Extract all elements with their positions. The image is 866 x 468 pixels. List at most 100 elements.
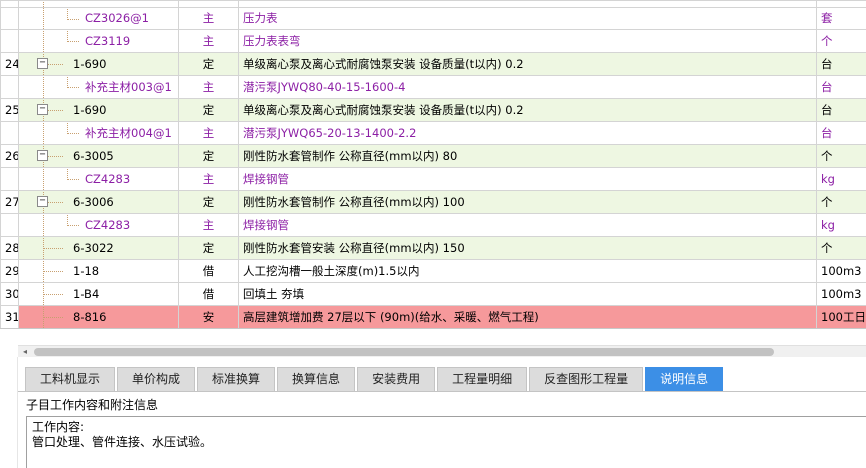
table-row[interactable]: CZ4283 主焊接钢管 kg xyxy=(0,167,866,191)
tree-line xyxy=(43,214,44,236)
unit-cell[interactable]: kg xyxy=(816,213,866,237)
type-cell[interactable]: 借 xyxy=(178,259,239,283)
table-row[interactable]: 27−6-3006定刚性防水套管制作 公称直径(mm以内) 100个4 xyxy=(0,190,866,214)
code-cell[interactable] xyxy=(18,0,179,8)
table-row[interactable]: 31 8-816 安高层建筑增加费 27层以下 (90m)(给水、采暖、燃气工程) 1… xyxy=(0,305,866,328)
type-cell[interactable]: 主 xyxy=(178,213,239,237)
name-cell[interactable]: 回填土 夯填 xyxy=(238,282,817,306)
tab-5[interactable]: 工程量明细 xyxy=(437,367,528,391)
code-text: 1-690 xyxy=(73,56,107,71)
code-cell[interactable]: CZ4283 xyxy=(18,213,179,237)
collapse-icon[interactable]: − xyxy=(37,150,48,161)
name-cell[interactable]: 焊接钢管 xyxy=(238,213,817,237)
code-cell[interactable]: − 6-3005 xyxy=(18,144,179,168)
code-cell[interactable]: 6-3022 xyxy=(18,236,179,260)
name-cell[interactable]: 刚性防水套管制作 公称直径(mm以内) 80 xyxy=(238,144,817,168)
unit-cell[interactable]: 100工日 xyxy=(816,305,866,328)
table-row[interactable]: 25−1-690定单级离心泵及离心式耐腐蚀泵安装 设备质量(t以内) 0.2台4 xyxy=(0,98,866,122)
code-cell[interactable]: CZ3026@1 xyxy=(18,7,179,30)
name-cell[interactable]: 刚性防水套管制作 公称直径(mm以内) 100 xyxy=(238,190,817,214)
scroll-left-arrow-icon[interactable]: ◂ xyxy=(18,346,32,358)
type-cell[interactable]: 定 xyxy=(178,52,239,76)
code-cell[interactable]: − 6-3006 xyxy=(18,190,179,214)
horizontal-scrollbar[interactable]: ◂ xyxy=(18,345,866,357)
table-row[interactable]: CZ4283 主焊接钢管 kg xyxy=(0,213,866,237)
name-cell[interactable]: 压力表表弯 xyxy=(238,29,817,53)
unit-cell[interactable] xyxy=(816,0,866,8)
tab-7[interactable]: 说明信息 xyxy=(645,367,724,391)
quota-table: CZ3026@1 主压力表套 CZ3119 主压力表表弯个 24−1-690 定单级离心泵… xyxy=(0,0,866,328)
name-cell[interactable]: 人工挖沟槽一般土深度(m)1.5以内 xyxy=(238,259,817,283)
name-cell[interactable]: 潜污泵JYWQ80-40-15-1600-4 xyxy=(238,75,817,99)
unit-cell[interactable]: kg xyxy=(816,167,866,191)
code-cell[interactable]: CZ4283 xyxy=(18,167,179,191)
collapse-icon[interactable]: − xyxy=(37,58,48,69)
tab-1[interactable]: 单价构成 xyxy=(117,367,196,391)
tree-line xyxy=(43,122,44,144)
type-cell[interactable]: 主 xyxy=(178,29,239,53)
unit-cell[interactable]: 个 xyxy=(816,144,866,168)
table-row[interactable]: CZ3026@1 主压力表套 xyxy=(0,7,866,30)
code-text: CZ4283 xyxy=(85,171,131,186)
type-cell[interactable]: 借 xyxy=(178,282,239,306)
table-row[interactable]: 补充主材003@1 主潜污泵JYWQ80-40-15-1600-4 台 xyxy=(0,75,866,99)
unit-cell[interactable]: 台 xyxy=(816,52,866,76)
type-cell[interactable]: 主 xyxy=(178,167,239,191)
type-cell[interactable]: 安 xyxy=(178,305,239,328)
unit-cell[interactable]: 台 xyxy=(816,98,866,122)
collapse-icon[interactable]: − xyxy=(37,196,48,207)
table-row[interactable]: 291-18借人工挖沟槽一般土深度(m)1.5以内100m32.7 xyxy=(0,259,866,283)
code-cell[interactable]: 1-B4 xyxy=(18,282,179,306)
tab-3[interactable]: 换算信息 xyxy=(277,367,356,391)
table-row[interactable]: CZ3119 主压力表表弯个 xyxy=(0,29,866,53)
name-cell[interactable] xyxy=(238,0,817,8)
type-cell[interactable]: 主 xyxy=(178,121,239,145)
type-cell[interactable]: 定 xyxy=(178,236,239,260)
type-cell[interactable]: 主 xyxy=(178,7,239,30)
row-number: 31 xyxy=(0,305,19,328)
code-cell[interactable]: 8-816 xyxy=(18,305,179,328)
code-cell[interactable]: 补充主材003@1 xyxy=(18,75,179,99)
name-cell[interactable]: 潜污泵JYWQ65-20-13-1400-2.2 xyxy=(238,121,817,145)
unit-cell[interactable]: 套 xyxy=(816,7,866,30)
type-cell[interactable]: 主 xyxy=(178,75,239,99)
table-row[interactable]: 286-3022定刚性防水套管安装 公称直径(mm以内) 150个4+4 xyxy=(0,236,866,260)
unit-cell[interactable]: 100m3 xyxy=(816,259,866,283)
row-number xyxy=(0,7,19,30)
table-row[interactable]: 补充主材004@1 主潜污泵JYWQ65-20-13-1400-2.2 台 xyxy=(0,121,866,145)
row-number xyxy=(0,213,19,237)
table-row[interactable]: 301-B4借回填土 夯填100m32.7 xyxy=(0,282,866,306)
type-cell[interactable]: 定 xyxy=(178,190,239,214)
unit-cell[interactable]: 100m3 xyxy=(816,282,866,306)
table-row[interactable]: 24−1-690定单级离心泵及离心式耐腐蚀泵安装 设备质量(t以内) 0.2台4 xyxy=(0,52,866,76)
unit-cell[interactable]: 个 xyxy=(816,190,866,214)
name-cell[interactable]: 单级离心泵及离心式耐腐蚀泵安装 设备质量(t以内) 0.2 xyxy=(238,98,817,122)
tab-4[interactable]: 安装费用 xyxy=(357,367,436,391)
scrollbar-thumb[interactable] xyxy=(34,348,774,356)
tab-2[interactable]: 标准换算 xyxy=(197,367,276,391)
code-cell[interactable]: CZ3119 xyxy=(18,29,179,53)
type-cell[interactable] xyxy=(178,0,239,8)
tab-6[interactable]: 反查图形工程量 xyxy=(529,367,644,391)
name-cell[interactable]: 压力表 xyxy=(238,7,817,30)
tree-line xyxy=(67,179,79,180)
name-cell[interactable]: 高层建筑增加费 27层以下 (90m)(给水、采暖、燃气工程) xyxy=(238,305,817,328)
unit-cell[interactable]: 台 xyxy=(816,121,866,145)
name-cell[interactable]: 刚性防水套管安装 公称直径(mm以内) 150 xyxy=(238,236,817,260)
unit-cell[interactable]: 个 xyxy=(816,29,866,53)
code-cell[interactable]: 补充主材004@1 xyxy=(18,121,179,145)
collapse-icon[interactable]: − xyxy=(37,104,48,115)
code-cell[interactable]: 1-18 xyxy=(18,259,179,283)
code-cell[interactable]: − 1-690 xyxy=(18,98,179,122)
table-row[interactable]: 26−6-3005定刚性防水套管制作 公称直径(mm以内) 80个4 xyxy=(0,144,866,168)
unit-cell[interactable]: 台 xyxy=(816,75,866,99)
name-cell[interactable]: 焊接钢管 xyxy=(238,167,817,191)
tab-0[interactable]: 工料机显示 xyxy=(25,367,116,391)
info-content-box[interactable]: 工作内容: 管口处理、管件连接、水压试验。 xyxy=(26,416,866,468)
unit-cell[interactable]: 个 xyxy=(816,236,866,260)
code-cell[interactable]: − 1-690 xyxy=(18,52,179,76)
table-row[interactable] xyxy=(0,0,866,8)
name-cell[interactable]: 单级离心泵及离心式耐腐蚀泵安装 设备质量(t以内) 0.2 xyxy=(238,52,817,76)
type-cell[interactable]: 定 xyxy=(178,98,239,122)
type-cell[interactable]: 定 xyxy=(178,144,239,168)
